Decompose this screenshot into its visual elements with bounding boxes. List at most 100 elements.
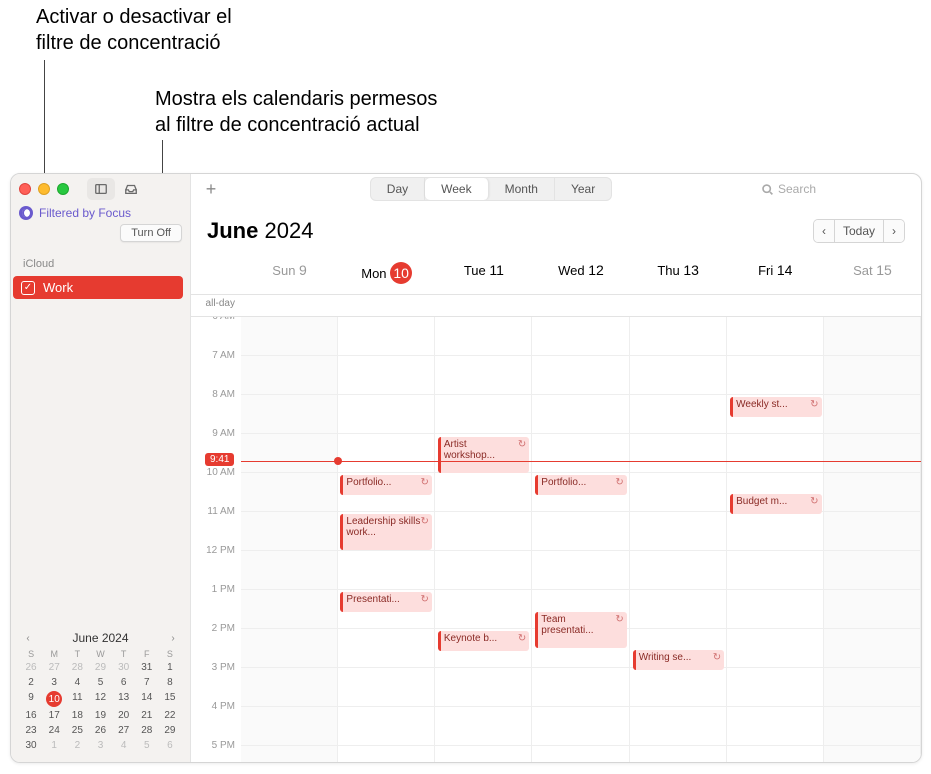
calendar-item-work[interactable]: ✓ Work [13,276,183,299]
mini-cal-label: June 2024 [72,631,128,645]
mini-cal-day[interactable]: 3 [90,739,110,752]
day-header-fri[interactable]: Fri 14 [727,252,824,294]
recurring-icon: ↻ [615,477,623,493]
mini-cal-day[interactable]: 13 [114,691,134,707]
mini-cal-day[interactable]: 21 [137,709,157,722]
mini-cal-day[interactable]: 2 [67,739,87,752]
recurring-icon: ↻ [615,614,623,646]
mini-cal-day[interactable]: 1 [160,661,180,674]
today-button[interactable]: Today [835,220,884,242]
mini-cal-day[interactable]: 11 [67,691,87,707]
day-header-mon[interactable]: Mon 10 [338,252,435,294]
mini-cal-day[interactable]: 4 [67,676,87,689]
mini-cal-day[interactable]: 25 [67,724,87,737]
mini-cal-day[interactable]: 1 [44,739,64,752]
calendar-work-checkbox[interactable]: ✓ [21,281,35,295]
recurring-icon: ↻ [518,439,526,471]
view-month[interactable]: Month [489,178,555,200]
view-week[interactable]: Week [425,178,488,200]
mini-cal-day[interactable]: 2 [21,676,41,689]
mini-cal-day[interactable]: 27 [44,661,64,674]
mini-cal-day[interactable]: 8 [160,676,180,689]
day-header-thu[interactable]: Thu 13 [630,252,727,294]
mini-cal-day[interactable]: 31 [137,661,157,674]
mini-cal-day[interactable]: 22 [160,709,180,722]
close-window-icon[interactable] [19,183,31,195]
sidebar-toggle-button[interactable] [87,178,115,200]
mini-cal-day[interactable]: 7 [137,676,157,689]
mini-cal-day[interactable]: 27 [114,724,134,737]
day-header-sun[interactable]: Sun 9 [241,252,338,294]
turn-off-focus-button[interactable]: Turn Off [120,224,182,242]
mini-cal-day[interactable]: 14 [137,691,157,707]
mini-cal-day[interactable]: 26 [90,724,110,737]
focus-filter-indicator[interactable]: Filtered by Focus [11,204,190,222]
sidebar-group-icloud: iCloud [11,244,190,274]
current-time-line [241,461,921,462]
mini-cal-day[interactable]: 17 [44,709,64,722]
view-year[interactable]: Year [555,178,611,200]
event[interactable]: Artist workshop...↻ [438,437,529,473]
day-header-tue[interactable]: Tue 11 [435,252,532,294]
recurring-icon: ↻ [420,594,428,610]
mini-cal-day[interactable]: 28 [137,724,157,737]
mini-cal-day[interactable]: 6 [160,739,180,752]
all-day-label: all-day [191,295,241,316]
mini-cal-day[interactable]: 16 [21,709,41,722]
recurring-icon: ↻ [810,399,818,415]
calendar-window: Filtered by Focus Turn Off iCloud ✓ Work… [10,173,922,763]
callout-line-1 [44,60,45,188]
mini-cal-day[interactable]: 15 [160,691,180,707]
event[interactable]: Portfolio...↻ [340,475,431,495]
week-nav: ‹ Today › [813,219,905,243]
mini-cal-day[interactable]: 24 [44,724,64,737]
prev-week-button[interactable]: ‹ [814,220,835,242]
day-header-wed[interactable]: Wed 12 [532,252,629,294]
day-header-sat[interactable]: Sat 15 [824,252,921,294]
mini-cal-day[interactable]: 23 [21,724,41,737]
time-grid[interactable]: 6 AM7 AM8 AM9 AM10 AM11 AM12 PM1 PM2 PM3… [191,317,921,762]
mini-cal-day[interactable]: 10 [46,691,62,707]
mini-cal-day[interactable]: 29 [160,724,180,737]
inbox-button[interactable] [117,178,145,200]
mini-cal-prev[interactable]: ‹ [21,631,35,645]
event[interactable]: Leadership skills work...↻ [340,514,431,550]
event[interactable]: Budget m...↻ [730,494,821,514]
mini-cal-day[interactable]: 5 [137,739,157,752]
view-day[interactable]: Day [371,178,425,200]
mini-cal-day[interactable]: 30 [21,739,41,752]
event[interactable]: Portfolio...↻ [535,475,626,495]
event[interactable]: Weekly st...↻ [730,397,821,417]
day-header-row: Sun 9Mon 10Tue 11Wed 12Thu 13Fri 14Sat 1… [191,252,921,295]
event[interactable]: Team presentati...↻ [535,612,626,648]
callout-permitted-calendars: Mostra els calendaris permesos al filtre… [155,86,437,138]
search-field[interactable]: Search [761,182,911,196]
minimize-window-icon[interactable] [38,183,50,195]
event[interactable]: Presentati...↻ [340,592,431,612]
maximize-window-icon[interactable] [57,183,69,195]
main-toolbar: + DayWeekMonthYear Search [191,174,921,204]
recurring-icon: ↻ [810,496,818,512]
new-event-button[interactable]: + [201,179,221,199]
event[interactable]: Writing se...↻ [633,650,724,670]
month-header: June 2024 ‹ Today › [191,204,921,252]
mini-cal-day[interactable]: 6 [114,676,134,689]
mini-cal-day[interactable]: 12 [90,691,110,707]
next-week-button[interactable]: › [884,220,904,242]
mini-cal-day[interactable]: 19 [90,709,110,722]
mini-cal-day[interactable]: 9 [21,691,41,707]
mini-cal-day[interactable]: 4 [114,739,134,752]
view-segmented-control[interactable]: DayWeekMonthYear [370,177,612,201]
mini-cal-day[interactable]: 28 [67,661,87,674]
mini-cal-day[interactable]: 5 [90,676,110,689]
mini-cal-next[interactable]: › [166,631,180,645]
mini-cal-day[interactable]: 30 [114,661,134,674]
event[interactable]: Keynote b...↻ [438,631,529,651]
calendar-item-label: Work [43,280,73,295]
mini-cal-day[interactable]: 26 [21,661,41,674]
mini-cal-day[interactable]: 18 [67,709,87,722]
mini-cal-day[interactable]: 3 [44,676,64,689]
month-title: June 2024 [207,218,313,244]
mini-cal-day[interactable]: 29 [90,661,110,674]
mini-cal-day[interactable]: 20 [114,709,134,722]
